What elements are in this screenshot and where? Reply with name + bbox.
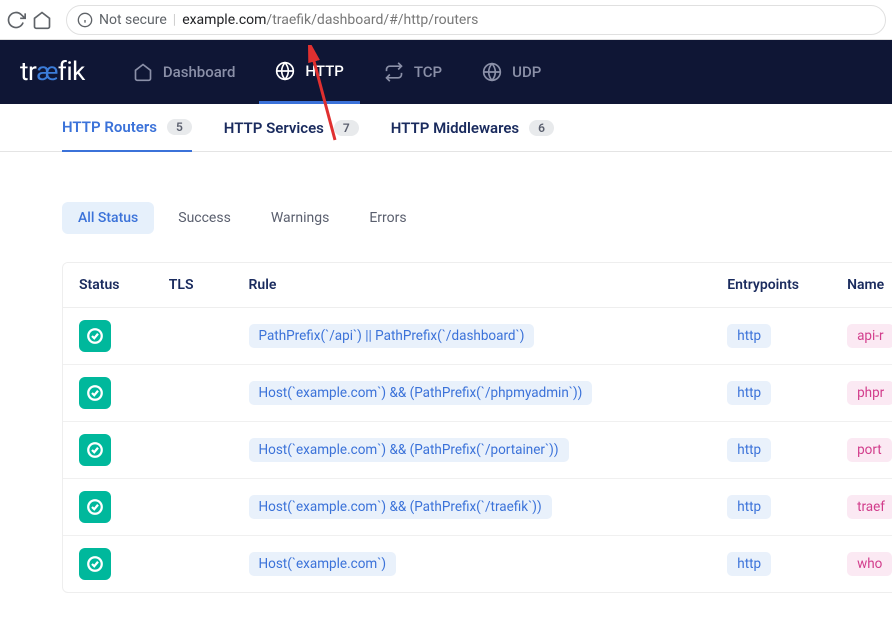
rule-pill: Host(`example.com`) && (PathPrefix(`/por… <box>249 438 569 462</box>
nav-http[interactable]: HTTP <box>259 40 359 104</box>
nav-label: Dashboard <box>163 63 236 81</box>
address-bar[interactable]: Not secure | example.com/traefik/dashboa… <box>66 5 886 35</box>
reload-icon[interactable] <box>6 10 26 30</box>
nav-label: HTTP <box>305 62 343 80</box>
table-row[interactable]: Host(`example.com`) && (PathPrefix(`/php… <box>63 365 892 422</box>
count-badge: 6 <box>529 120 554 136</box>
nav-label: UDP <box>512 63 541 81</box>
tab-http-routers[interactable]: HTTP Routers 5 <box>62 104 192 152</box>
status-success-icon <box>79 320 111 352</box>
entrypoint-pill: http <box>727 552 771 576</box>
col-name[interactable]: Name <box>831 263 892 308</box>
status-success-icon <box>79 377 111 409</box>
name-pill: traef <box>847 495 892 519</box>
status-filters: All Status Success Warnings Errors <box>62 202 830 234</box>
top-nav: træfik Dashboard HTTP TCP UDP <box>0 40 892 104</box>
name-pill: api-r <box>847 324 892 348</box>
tab-label: HTTP Services <box>224 119 324 137</box>
name-pill: who <box>847 552 892 576</box>
rule-pill: Host(`example.com`) && (PathPrefix(`/tra… <box>249 495 552 519</box>
tab-http-services[interactable]: HTTP Services 7 <box>224 104 359 152</box>
traefik-logo: træfik <box>20 57 85 87</box>
status-success-icon <box>79 491 111 523</box>
url-text: example.com/traefik/dashboard/#/http/rou… <box>182 12 478 28</box>
filter-success[interactable]: Success <box>162 202 247 234</box>
table-row[interactable]: Host(`example.com`) http who <box>63 536 892 593</box>
repeat-icon <box>384 62 404 82</box>
nav-label: TCP <box>414 63 442 81</box>
entrypoint-pill: http <box>727 381 771 405</box>
col-status[interactable]: Status <box>63 263 153 308</box>
main-content: All Status Success Warnings Errors Statu… <box>0 152 892 613</box>
count-badge: 5 <box>167 119 192 135</box>
filter-all-status[interactable]: All Status <box>62 202 154 234</box>
tab-label: HTTP Middlewares <box>391 119 519 137</box>
name-pill: phpr <box>847 381 892 405</box>
home-icon <box>133 62 153 82</box>
globe-icon <box>275 61 295 81</box>
info-icon <box>77 12 93 28</box>
tab-label: HTTP Routers <box>62 118 157 136</box>
entrypoint-pill: http <box>727 495 771 519</box>
rule-pill: PathPrefix(`/api`) || PathPrefix(`/dashb… <box>249 324 535 348</box>
entrypoint-pill: http <box>727 324 771 348</box>
url-separator: | <box>173 12 176 28</box>
nav-udp[interactable]: UDP <box>466 40 557 104</box>
home-icon[interactable] <box>32 10 52 30</box>
browser-toolbar: Not secure | example.com/traefik/dashboa… <box>0 0 892 40</box>
table-row[interactable]: Host(`example.com`) && (PathPrefix(`/tra… <box>63 479 892 536</box>
filter-errors[interactable]: Errors <box>353 202 422 234</box>
count-badge: 7 <box>334 120 359 136</box>
col-tls[interactable]: TLS <box>153 263 233 308</box>
nav-dashboard[interactable]: Dashboard <box>117 40 252 104</box>
rule-pill: Host(`example.com`) && (PathPrefix(`/php… <box>249 381 593 405</box>
globe-icon <box>482 62 502 82</box>
tab-http-middlewares[interactable]: HTTP Middlewares 6 <box>391 104 554 152</box>
sub-tabs: HTTP Routers 5 HTTP Services 7 HTTP Midd… <box>0 104 892 152</box>
name-pill: port <box>847 438 892 462</box>
status-success-icon <box>79 434 111 466</box>
nav-tcp[interactable]: TCP <box>368 40 458 104</box>
filter-warnings[interactable]: Warnings <box>255 202 346 234</box>
col-rule[interactable]: Rule <box>233 263 712 308</box>
col-entrypoints[interactable]: Entrypoints <box>711 263 831 308</box>
table-row[interactable]: PathPrefix(`/api`) || PathPrefix(`/dashb… <box>63 308 892 365</box>
security-status: Not secure <box>99 12 167 28</box>
table-header-row: Status TLS Rule Entrypoints Name <box>63 263 892 308</box>
table-row[interactable]: Host(`example.com`) && (PathPrefix(`/por… <box>63 422 892 479</box>
entrypoint-pill: http <box>727 438 771 462</box>
status-success-icon <box>79 548 111 580</box>
rule-pill: Host(`example.com`) <box>249 552 397 576</box>
routers-table: Status TLS Rule Entrypoints Name PathPre… <box>62 262 892 593</box>
